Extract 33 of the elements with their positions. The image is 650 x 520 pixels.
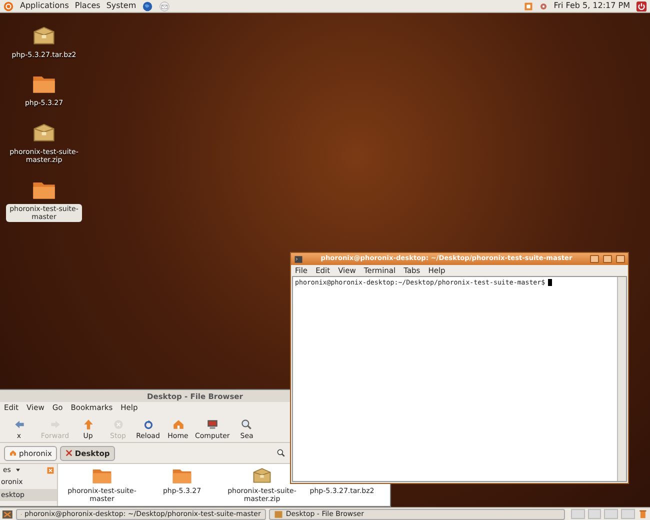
menu-item[interactable]: System	[106, 1, 136, 11]
minimize-button[interactable]	[590, 255, 599, 263]
workspace-switcher[interactable]	[570, 509, 585, 519]
envelope-icon[interactable]	[159, 0, 170, 12]
power-icon[interactable]	[636, 0, 647, 12]
notification-icon[interactable]	[524, 2, 533, 10]
logo-icon[interactable]	[3, 0, 14, 12]
cursor	[548, 279, 552, 286]
monitor-icon	[206, 418, 219, 431]
up-arrow-icon	[82, 418, 94, 431]
globe-icon[interactable]	[142, 0, 154, 12]
zoom-icon[interactable]	[276, 448, 286, 458]
close-icon[interactable]	[47, 466, 54, 474]
close-button[interactable]	[616, 255, 625, 263]
menu-item[interactable]: Applications	[20, 1, 69, 11]
search-icon	[240, 418, 254, 431]
clock[interactable]: Fri Feb 5, 12:17 PM	[554, 1, 630, 11]
network-icon[interactable]	[538, 2, 548, 10]
trash-icon[interactable]	[638, 509, 648, 519]
window-icon	[274, 510, 283, 518]
workspace-switcher[interactable]	[588, 509, 602, 519]
scrollbar[interactable]	[617, 277, 626, 481]
stop-icon	[112, 418, 124, 431]
workspace-switcher[interactable]	[621, 509, 636, 519]
show-desktop-icon[interactable]	[2, 508, 13, 520]
maximize-button[interactable]	[603, 255, 612, 263]
house-icon	[9, 449, 17, 457]
caret-icon[interactable]	[14, 467, 21, 474]
house-icon	[172, 418, 184, 431]
cross-icon	[64, 449, 73, 457]
reload-icon	[142, 418, 154, 431]
workspace-switcher[interactable]	[604, 509, 618, 519]
menu-item[interactable]: Places	[74, 1, 100, 11]
